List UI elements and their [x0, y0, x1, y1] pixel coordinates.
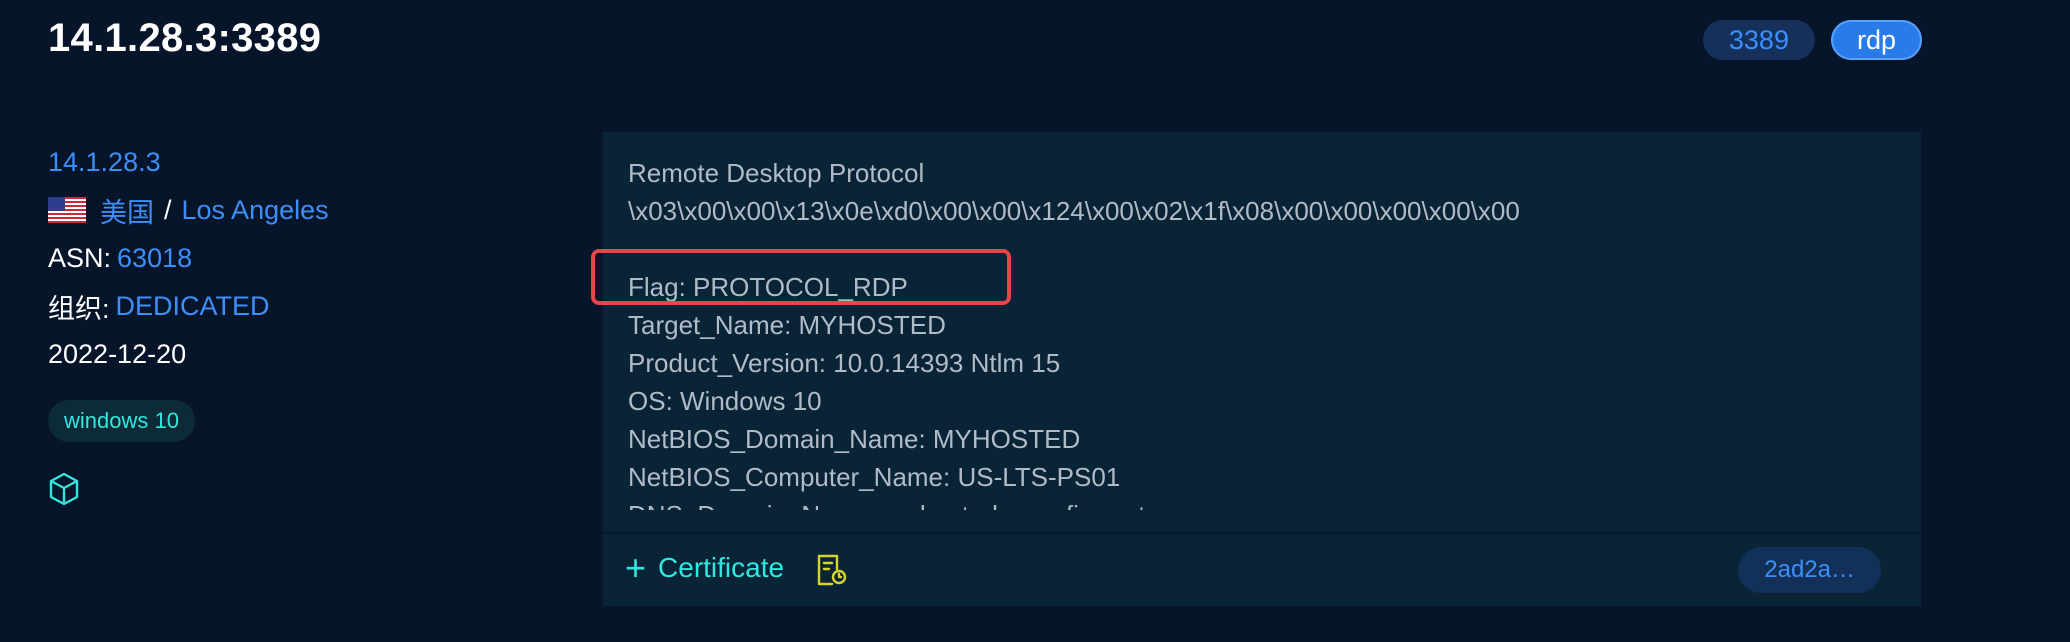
ip-row: 14.1.28.3 — [48, 138, 548, 186]
country-link[interactable]: 美国 — [100, 191, 154, 230]
banner-content[interactable]: Remote Desktop Protocol \x03\x00\x00\x13… — [603, 132, 1921, 510]
asn-link[interactable]: 63018 — [117, 243, 192, 274]
port-tag[interactable]: 3389 — [1702, 20, 1815, 60]
top-tags: 3389 rdp — [1702, 20, 1922, 60]
host-info: 14.1.28.3 美国 / Los Angeles ASN: 63018 组织… — [48, 138, 548, 442]
plus-icon: + — [625, 547, 647, 588]
org-row: 组织: DEDICATED — [48, 282, 548, 330]
banner-line: Remote Desktop Protocol — [628, 158, 925, 188]
location-row: 美国 / Los Angeles — [48, 186, 548, 234]
os-tag[interactable]: windows 10 — [48, 400, 195, 442]
us-flag-icon — [48, 197, 86, 223]
location-separator: / — [164, 194, 172, 225]
banner-line: OS: Windows 10 — [628, 386, 822, 416]
city-link[interactable]: Los Angeles — [182, 195, 329, 226]
asn-row: ASN: 63018 — [48, 234, 548, 282]
cube-icon[interactable] — [48, 472, 80, 506]
banner-line: DNS_Domain_Name: myhosted.wavefire.net — [628, 496, 1921, 510]
banner-line: NetBIOS_Domain_Name: MYHOSTED — [628, 424, 1081, 454]
banner-line: \x03\x00\x00\x13\x0e\xd0\x00\x00\x124\x0… — [628, 196, 1520, 226]
certificate-toggle[interactable]: + Certificate — [625, 547, 785, 588]
banner-line: Target_Name: MYHOSTED — [628, 310, 946, 340]
protocol-tag[interactable]: rdp — [1830, 20, 1922, 60]
banner-lines: Remote Desktop Protocol \x03\x00\x00\x13… — [603, 132, 1921, 510]
banner-line: Product_Version: 10.0.14393 Ntlm 15 — [628, 348, 1061, 378]
highlight-box — [591, 249, 1011, 305]
asn-label: ASN: — [48, 242, 112, 273]
scan-date: 2022-12-20 — [48, 338, 187, 369]
date-row: 2022-12-20 — [48, 330, 548, 378]
document-search-icon[interactable] — [815, 553, 849, 587]
page-title: 14.1.28.3:3389 — [48, 16, 322, 60]
banner-line: NetBIOS_Computer_Name: US-LTS-PS01 — [628, 462, 1121, 492]
banner-panel: Remote Desktop Protocol \x03\x00\x00\x13… — [591, 132, 1921, 606]
host-detail-page: 14.1.28.3:3389 3389 rdp 14.1.28.3 美国 / L… — [0, 0, 2070, 642]
org-link[interactable]: DEDICATED — [116, 291, 270, 322]
panel-footer: + Certificate 2ad2a… — [603, 534, 1921, 606]
ip-link[interactable]: 14.1.28.3 — [48, 147, 161, 178]
cert-hash-badge[interactable]: 2ad2a… — [1738, 547, 1881, 593]
certificate-label: Certificate — [658, 552, 785, 583]
org-label: 组织: — [48, 293, 110, 324]
